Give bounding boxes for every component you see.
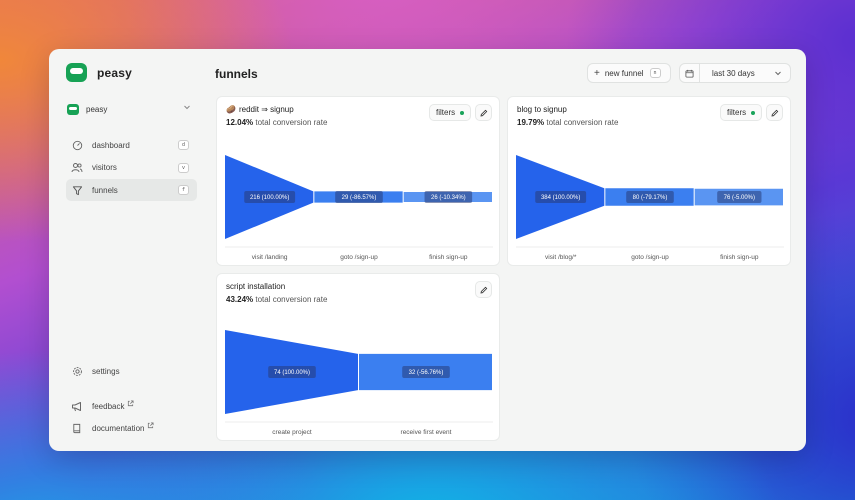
filters-label: filters — [436, 108, 456, 117]
filters-button[interactable]: filters — [720, 104, 763, 121]
sidebar-item-label: feedback — [92, 401, 125, 411]
shortcut-badge: n — [649, 68, 661, 78]
sidebar-item-label: visitors — [92, 163, 117, 172]
funnel-step-value: 76 (-5.00%) — [724, 195, 755, 201]
sidebar-item-label: funnels — [92, 185, 118, 195]
project-name: peasy — [86, 104, 108, 114]
funnel-step-label: create project — [272, 429, 312, 436]
new-funnel-label: new funnel — [604, 68, 644, 78]
edit-funnel-button[interactable] — [766, 104, 783, 121]
sidebar-item-label: settings — [92, 366, 120, 376]
funnel-title-text: blog to signup — [517, 105, 567, 114]
pencil-icon — [479, 286, 487, 294]
conversion-rate-value: 19.79% — [517, 118, 545, 127]
funnel-card: script installation 43.24% total convers… — [216, 273, 500, 441]
funnel-step-value: 216 (100.00%) — [250, 195, 289, 201]
gear-icon — [71, 365, 83, 377]
chevron-down-icon — [774, 69, 782, 79]
funnel-step-value: 80 (-79.17%) — [633, 195, 668, 201]
calendar-icon — [680, 64, 700, 82]
sidebar-item-label: dashboard — [92, 140, 130, 150]
funnel-card: blog to signup 19.79% total conversion r… — [507, 96, 791, 266]
external-link-icon — [127, 399, 134, 409]
conversion-rate: 43.24% total conversion rate — [226, 295, 327, 304]
page-title: funnels — [215, 67, 258, 81]
app-name: peasy — [97, 65, 133, 80]
sidebar-item-documentation[interactable]: documentation — [66, 418, 197, 440]
funnel-chart: 384 (100.00%) visit /blog/* 80 (-79.17%) go… — [516, 155, 784, 261]
filter-active-dot — [460, 110, 465, 115]
funnel-title[interactable]: 🥔 reddit ⇒ signup — [226, 105, 294, 114]
sidebar: peasy peasy dashboard d visitors v funne… — [49, 49, 209, 451]
visitors-icon — [71, 162, 83, 174]
app-window: peasy peasy dashboard d visitors v funne… — [49, 49, 806, 451]
conversion-rate: 19.79% total conversion rate — [517, 118, 618, 127]
conversion-rate-value: 12.04% — [226, 118, 254, 127]
funnel-chart: 216 (100.00%) visit /landing 29 (-86.57%) g… — [225, 155, 493, 261]
funnel-step-value: 384 (100.00%) — [541, 195, 580, 201]
project-switcher[interactable]: peasy — [67, 101, 191, 117]
edit-funnel-button[interactable] — [475, 104, 492, 121]
project-icon — [67, 103, 79, 115]
sidebar-links: feedback documentation — [66, 395, 197, 440]
new-funnel-button[interactable]: + new funnel n — [587, 63, 671, 83]
shortcut-badge: f — [178, 185, 189, 195]
conversion-rate-label: total conversion rate — [253, 295, 328, 304]
funnel-step-value: 26 (-10.34%) — [431, 195, 466, 201]
book-icon — [71, 423, 83, 435]
plus-icon: + — [594, 67, 600, 79]
funnel-card: 🥔 reddit ⇒ signup 12.04% total conversio… — [216, 96, 500, 266]
funnel-step-label: finish sign-up — [429, 254, 468, 261]
funnel-step-label: visit /landing — [252, 254, 288, 261]
chevron-down-icon — [183, 103, 191, 113]
shortcut-badge: v — [178, 162, 189, 173]
logo[interactable]: peasy — [66, 63, 132, 82]
edit-funnel-button[interactable] — [475, 281, 492, 298]
pencil-icon — [479, 109, 487, 117]
funnel-step-label: goto /sign-up — [631, 254, 669, 261]
funnel-title[interactable]: script installation — [226, 282, 285, 291]
filter-active-dot — [751, 110, 756, 115]
funnel-title-text: reddit ⇒ signup — [238, 105, 294, 114]
funnel-emoji: 🥔 — [226, 105, 236, 114]
sidebar-item-visitors[interactable]: visitors v — [66, 157, 197, 179]
sidebar-nav: dashboard d visitors v funnels f — [66, 134, 197, 202]
funnel-step-label: goto /sign-up — [340, 254, 378, 261]
conversion-rate: 12.04% total conversion rate — [226, 118, 327, 127]
funnel-title-text: script installation — [226, 282, 286, 291]
sidebar-item-settings[interactable]: settings — [66, 360, 197, 382]
dashboard-icon — [71, 139, 83, 151]
external-link-icon — [147, 422, 155, 431]
funnel-step-label: receive first event — [401, 429, 452, 436]
date-range-select[interactable]: last 30 days — [679, 63, 791, 83]
funnel-icon — [71, 184, 83, 196]
conversion-rate-value: 43.24% — [226, 295, 254, 304]
funnel-title[interactable]: blog to signup — [517, 105, 567, 114]
sidebar-item-dashboard[interactable]: dashboard d — [66, 134, 197, 156]
logo-icon — [66, 63, 87, 82]
funnel-step-label: finish sign-up — [720, 254, 759, 261]
conversion-rate-label: total conversion rate — [253, 118, 328, 127]
date-range-value: last 30 days — [712, 68, 755, 78]
megaphone-icon — [71, 400, 83, 412]
conversion-rate-label: total conversion rate — [544, 118, 619, 127]
pencil-icon — [770, 109, 778, 117]
funnel-step-value: 74 (100.00%) — [274, 370, 310, 376]
funnel-step-label: visit /blog/* — [545, 254, 577, 261]
sidebar-item-funnels[interactable]: funnels f — [66, 179, 197, 201]
funnel-step-value: 32 (-56.76%) — [409, 370, 444, 376]
filters-label: filters — [727, 108, 747, 117]
sidebar-item-label: documentation — [92, 424, 145, 433]
funnel-step-value: 29 (-86.57%) — [342, 195, 377, 201]
filters-button[interactable]: filters — [429, 104, 472, 121]
shortcut-badge: d — [178, 140, 189, 150]
funnel-chart: 74 (100.00%) create project 32 (-56.76%) re… — [225, 330, 493, 436]
sidebar-item-feedback[interactable]: feedback — [66, 395, 197, 417]
sidebar-bottom: settings — [66, 360, 197, 383]
